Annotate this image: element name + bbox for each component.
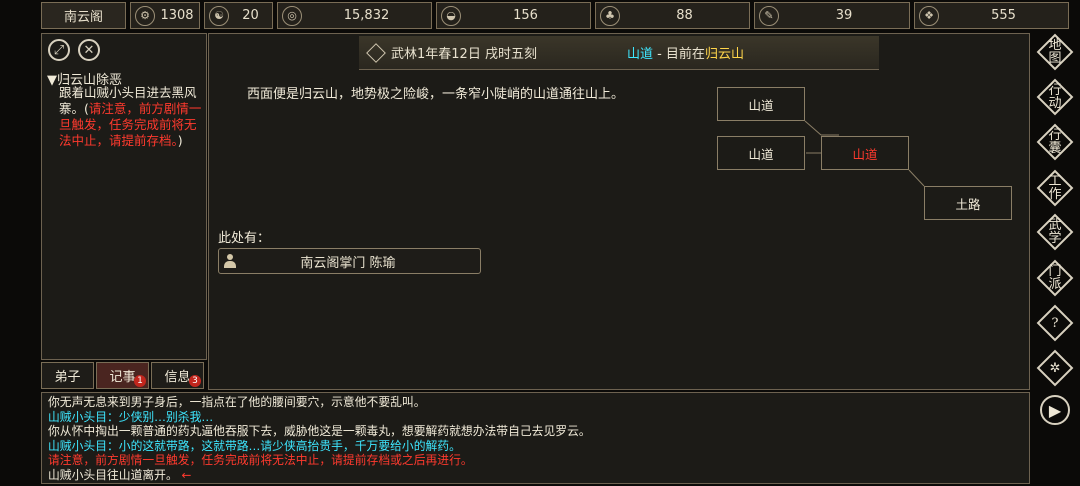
stat-yinyang: ☯ 20 bbox=[204, 2, 273, 29]
stat-yinyang-value: 20 bbox=[242, 8, 259, 23]
quest-panel: ⤢ ✕ ▼归云山除恶 跟着山贼小头目进去黑风寨。(请注意，前方剧情一旦触发，任务… bbox=[41, 33, 207, 360]
work-button[interactable]: 工作 bbox=[1036, 169, 1074, 207]
menu-char: 图 bbox=[1048, 51, 1062, 66]
present-label: 此处有： bbox=[218, 231, 271, 246]
qi-icon: ⚙ bbox=[135, 5, 155, 26]
gear-icon: ✲ bbox=[1049, 360, 1061, 376]
question-icon: ? bbox=[1051, 315, 1059, 331]
quest-description: 跟着山贼小头目进去黑风寨。(请注意，前方剧情一旦触发，任务完成前将无法中止，请提… bbox=[59, 85, 205, 149]
stat-scroll-value: 39 bbox=[835, 8, 853, 23]
menu-char: 作 bbox=[1048, 187, 1062, 202]
top-resource-bar: 南云阁 ⚙ 1308 ☯ 20 ◎ 15,832 ◒ 156 ♣ 88 ✎ 39 ❖ 555 bbox=[41, 2, 1069, 29]
stat-coin-value: 15,832 bbox=[343, 8, 390, 23]
stat-ore-value: 555 bbox=[991, 8, 1016, 23]
log-text: 山贼小头目：小的这就带路，这就带路…请少侠高抬贵手，千万要给小的解药。 bbox=[48, 438, 461, 453]
log-text: 你无声无息来到男子身后，一指点在了他的腰间要穴，示意他不要乱叫。 bbox=[48, 395, 426, 409]
scene-panel: 武林1年春12日 戌时五刻 山道 - 目前在归云山 西面便是归云山，地势极之险峻… bbox=[208, 33, 1030, 390]
menu-char: 学 bbox=[1048, 231, 1062, 246]
play-button[interactable]: ▶ bbox=[1039, 394, 1071, 426]
close-button[interactable]: ✕ bbox=[78, 39, 100, 61]
settings-button[interactable]: ✲ bbox=[1036, 349, 1074, 387]
martial-button[interactable]: 武学 bbox=[1036, 213, 1074, 251]
ore-icon: ❖ bbox=[919, 5, 939, 26]
expand-icon: ⤢ bbox=[53, 42, 65, 58]
yin-yang-icon: ☯ bbox=[209, 5, 229, 26]
bag-button[interactable]: 行囊 bbox=[1036, 123, 1074, 161]
log-line: 请注意，前方剧情一旦触发，任务完成前将无法中止，请提前存档或之后再进行。 bbox=[48, 453, 1023, 468]
log-text: 你从怀中掏出一颗普通的药丸逼他吞服下去，威胁他这是一颗毒丸，想要解药就想办法带自… bbox=[48, 424, 591, 439]
stat-ore: ❖ 555 bbox=[914, 2, 1069, 29]
log-line: 山贼小头目往山道离开。 ← bbox=[48, 468, 1023, 483]
tab-label: 信息 bbox=[164, 370, 191, 385]
tab-disciples[interactable]: 弟子 bbox=[41, 362, 94, 389]
coin-icon: ◎ bbox=[282, 5, 302, 26]
close-icon: ✕ bbox=[83, 42, 95, 58]
log-text: 山贼小头目：少侠别…别杀我… bbox=[48, 409, 214, 424]
menu-char: 派 bbox=[1048, 277, 1062, 292]
stat-qi-value: 1308 bbox=[160, 8, 194, 23]
notification-badge: 1 bbox=[134, 375, 146, 387]
map-room-north[interactable]: 山道 bbox=[717, 87, 805, 121]
help-button[interactable]: ? bbox=[1036, 304, 1074, 342]
play-icon: ▶ bbox=[1048, 400, 1062, 420]
log-line: 你从怀中掏出一颗普通的药丸逼他吞服下去，威胁他这是一颗毒丸，想要解药就想办法带自… bbox=[48, 424, 1023, 439]
notification-badge: 3 bbox=[189, 375, 201, 387]
log-line: 山贼小头目：小的这就带路，这就带路…请少侠高抬贵手，千万要给小的解药。 bbox=[48, 439, 1023, 454]
sect-name: 南云阁 bbox=[63, 10, 103, 25]
scroll-icon: ✎ bbox=[759, 5, 779, 26]
tab-messages[interactable]: 信息 3 bbox=[151, 362, 204, 389]
left-tabs: 弟子 记事 1 信息 3 bbox=[41, 362, 204, 389]
quest-text-end: ) bbox=[177, 133, 183, 148]
action-button[interactable]: 行动 bbox=[1036, 78, 1074, 116]
log-text: 请注意，前方剧情一旦触发，任务完成前将无法中止，请提前存档或之后再进行。 bbox=[48, 453, 473, 468]
tab-journal[interactable]: 记事 1 bbox=[96, 362, 149, 389]
map-room-southeast[interactable]: 土路 bbox=[924, 186, 1012, 220]
log-text: 山贼小头目往山道离开。 bbox=[48, 467, 178, 482]
stat-herb: ♣ 88 bbox=[595, 2, 750, 29]
arrow-left-icon: ← bbox=[181, 467, 192, 482]
sect-button[interactable]: 门派 bbox=[1036, 259, 1074, 297]
npc-button[interactable]: 南云阁掌门 陈瑜 bbox=[218, 248, 481, 274]
log-line: 山贼小头目：少侠别…别杀我… bbox=[48, 410, 1023, 425]
map-connectors bbox=[804, 120, 925, 187]
map-room-current: 山道 bbox=[821, 136, 909, 170]
tab-label: 弟子 bbox=[54, 370, 81, 385]
stat-qi: ⚙ 1308 bbox=[130, 2, 200, 29]
stat-food: ◒ 156 bbox=[436, 2, 591, 29]
food-bowl-icon: ◒ bbox=[441, 5, 461, 26]
tab-label: 记事 bbox=[109, 370, 136, 385]
menu-char: 囊 bbox=[1048, 141, 1062, 156]
npc-name: 南云阁掌门 陈瑜 bbox=[300, 255, 396, 271]
expand-button[interactable]: ⤢ bbox=[48, 39, 70, 61]
stat-scroll: ✎ 39 bbox=[754, 2, 910, 29]
stat-food-value: 156 bbox=[513, 8, 538, 23]
sect-name-button[interactable]: 南云阁 bbox=[41, 2, 126, 29]
message-log[interactable]: 你无声无息来到男子身后，一指点在了他的腰间要穴，示意他不要乱叫。 山贼小头目：少… bbox=[41, 392, 1030, 484]
person-icon bbox=[224, 254, 236, 268]
herb-icon: ♣ bbox=[600, 5, 620, 26]
stat-herb-value: 88 bbox=[676, 8, 693, 23]
menu-char: 动 bbox=[1048, 96, 1062, 111]
map-room-west[interactable]: 山道 bbox=[717, 136, 805, 170]
map-button[interactable]: 地图 bbox=[1036, 33, 1074, 71]
log-line: 你无声无息来到男子身后，一指点在了他的腰间要穴，示意他不要乱叫。 bbox=[48, 395, 1023, 410]
stat-coin: ◎ 15,832 bbox=[277, 2, 432, 29]
